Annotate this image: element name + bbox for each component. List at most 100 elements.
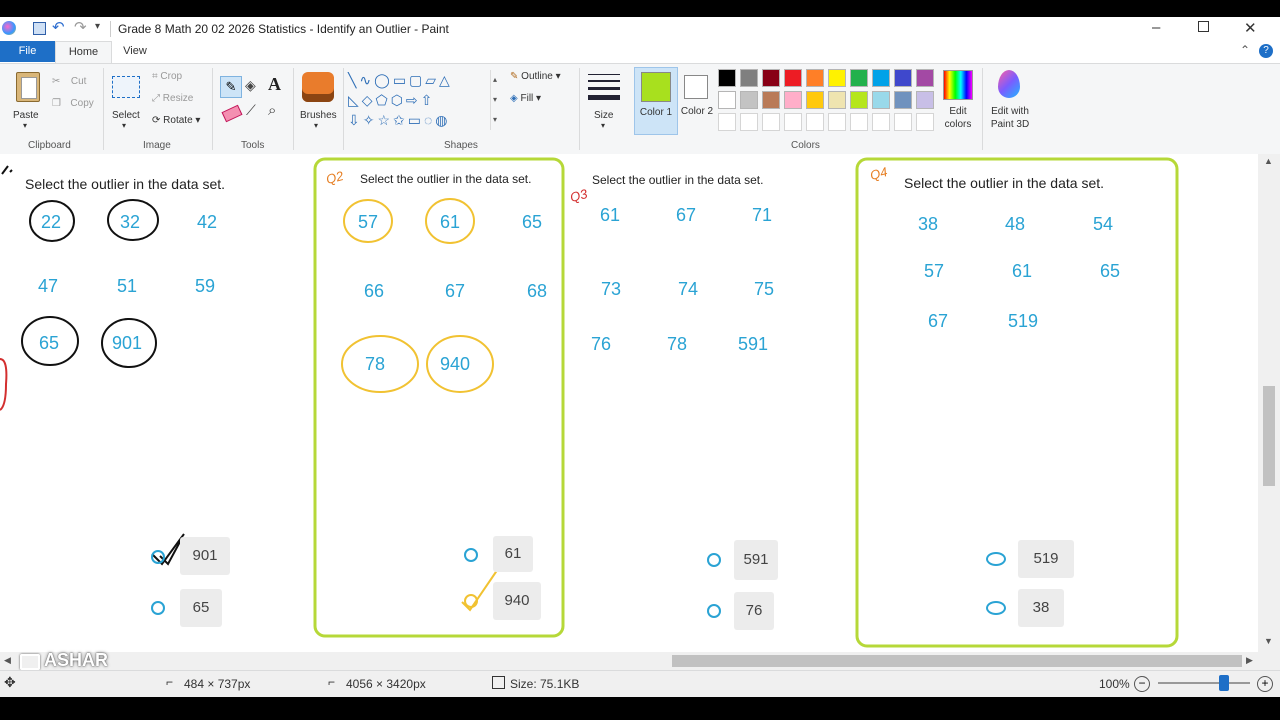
- tab-file[interactable]: File: [0, 41, 55, 62]
- palette-swatch[interactable]: [718, 69, 736, 87]
- palette-swatch[interactable]: [894, 91, 912, 109]
- custom-color-slot[interactable]: [850, 113, 868, 131]
- size-button[interactable]: Size ▾: [585, 68, 625, 130]
- answer-radio[interactable]: [151, 550, 165, 564]
- collapse-ribbon-icon[interactable]: ⌃: [1240, 43, 1250, 57]
- tab-home[interactable]: Home: [55, 41, 112, 63]
- drawing-canvas[interactable]: Q2 Q3 Q4 Select the outlier in the data …: [0, 154, 1258, 652]
- custom-color-slot[interactable]: [806, 113, 824, 131]
- select-button[interactable]: Select ▾: [108, 68, 144, 130]
- custom-color-slot[interactable]: [916, 113, 934, 131]
- zoom-out-button[interactable]: −: [1134, 676, 1150, 692]
- answer-radio[interactable]: [464, 548, 478, 562]
- answer-option[interactable]: 65: [180, 589, 222, 627]
- paste-button[interactable]: Paste ▾: [8, 68, 46, 130]
- custom-color-slot[interactable]: [740, 113, 758, 131]
- tab-view[interactable]: View: [110, 41, 160, 62]
- palette-swatch[interactable]: [740, 69, 758, 87]
- palette-swatch[interactable]: [740, 91, 758, 109]
- palette-swatch[interactable]: [872, 69, 890, 87]
- palette-swatch[interactable]: [850, 69, 868, 87]
- palette-swatch[interactable]: [872, 91, 890, 109]
- palette-swatch[interactable]: [806, 91, 824, 109]
- vertical-scrollbar[interactable]: ▲ ▼: [1258, 154, 1280, 652]
- palette-swatch[interactable]: [850, 91, 868, 109]
- close-button[interactable]: ✕: [1244, 19, 1257, 37]
- brushes-button[interactable]: Brushes ▾: [298, 68, 340, 130]
- fill-button[interactable]: ◈ Fill ▾: [510, 93, 541, 104]
- answer-radio[interactable]: [707, 553, 721, 567]
- palette-swatch[interactable]: [762, 91, 780, 109]
- answer-radio[interactable]: [986, 552, 1006, 566]
- answer-option[interactable]: 901: [180, 537, 230, 575]
- data-value: 61: [600, 205, 621, 225]
- edit-with-paint3d-button[interactable]: Edit with Paint 3D: [986, 68, 1034, 134]
- palette-swatch[interactable]: [784, 91, 802, 109]
- cut-button[interactable]: ✂ Cut: [52, 71, 86, 89]
- color2-button[interactable]: Color 2: [678, 67, 716, 133]
- color-picker-icon[interactable]: ⟋: [246, 102, 256, 119]
- copy-button[interactable]: ❐ Copy: [52, 93, 94, 111]
- answer-option[interactable]: 940: [493, 582, 541, 620]
- color1-button[interactable]: Color 1: [634, 67, 678, 135]
- scroll-up-icon[interactable]: ▲: [1264, 156, 1273, 166]
- scroll-left-icon[interactable]: ◀: [4, 655, 11, 666]
- answer-radio[interactable]: [986, 601, 1006, 615]
- pencil-icon[interactable]: ✎: [220, 76, 242, 98]
- palette-swatch[interactable]: [784, 69, 802, 87]
- answer-radio[interactable]: [707, 604, 721, 618]
- custom-color-slot[interactable]: [894, 113, 912, 131]
- status-bar: ✥ ⌐ 484 × 737px ⌐ 4056 × 3420px Size: 75…: [0, 670, 1280, 697]
- maximize-button[interactable]: [1198, 21, 1209, 32]
- answer-option[interactable]: 61: [493, 536, 533, 572]
- scroll-thumb[interactable]: [672, 655, 1242, 667]
- text-icon[interactable]: A: [268, 74, 281, 95]
- zoom-slider[interactable]: [1158, 675, 1250, 691]
- palette-swatch[interactable]: [828, 91, 846, 109]
- answer-option[interactable]: 76: [734, 592, 774, 630]
- custom-color-slot[interactable]: [828, 113, 846, 131]
- resize-button[interactable]: ⤢ Resize: [152, 93, 193, 104]
- palette-swatch[interactable]: [894, 69, 912, 87]
- scroll-right-icon[interactable]: ▶: [1246, 655, 1253, 666]
- scroll-down-icon[interactable]: ▼: [1264, 636, 1273, 646]
- horizontal-scrollbar[interactable]: ◀ ▶ ASHAR: [0, 650, 1280, 670]
- answer-option[interactable]: 519: [1018, 540, 1074, 578]
- eraser-icon[interactable]: [221, 104, 243, 123]
- answer-option[interactable]: 591: [734, 540, 778, 580]
- undo-icon[interactable]: ↶: [52, 18, 65, 36]
- palette-swatch[interactable]: [916, 69, 934, 87]
- palette-swatch[interactable]: [828, 69, 846, 87]
- data-value: 48: [1005, 214, 1026, 234]
- crop-button[interactable]: ⌗ Crop: [152, 71, 182, 82]
- brush-icon: [302, 72, 334, 102]
- custom-color-slot[interactable]: [718, 113, 736, 131]
- customize-toolbar-icon[interactable]: ▾: [95, 21, 100, 32]
- palette-swatch[interactable]: [718, 91, 736, 109]
- palette-swatch[interactable]: [806, 69, 824, 87]
- custom-color-slot[interactable]: [784, 113, 802, 131]
- color-palette[interactable]: [718, 69, 938, 135]
- zoom-slider-thumb[interactable]: [1219, 675, 1230, 691]
- custom-color-slot[interactable]: [872, 113, 890, 131]
- answer-radio[interactable]: [464, 594, 478, 608]
- rotate-button[interactable]: ⟳ Rotate ▾: [152, 115, 200, 126]
- scroll-thumb[interactable]: [1263, 386, 1275, 486]
- paint-app-icon[interactable]: [2, 21, 16, 35]
- palette-swatch[interactable]: [916, 91, 934, 109]
- redo-icon[interactable]: ↷: [74, 18, 87, 36]
- answer-option[interactable]: 38: [1018, 589, 1064, 627]
- custom-color-slot[interactable]: [762, 113, 780, 131]
- data-value: 78: [365, 354, 386, 374]
- save-icon[interactable]: [33, 22, 46, 35]
- fill-bucket-icon[interactable]: ◈: [245, 77, 256, 94]
- minimize-button[interactable]: –: [1152, 19, 1160, 36]
- help-icon[interactable]: ?: [1259, 44, 1273, 58]
- zoom-in-button[interactable]: +: [1257, 676, 1273, 692]
- palette-swatch[interactable]: [762, 69, 780, 87]
- edit-colors-button[interactable]: Edit colors: [938, 68, 978, 134]
- outline-button[interactable]: ✎ Outline ▾: [510, 71, 561, 82]
- answer-radio[interactable]: [151, 601, 165, 615]
- magnifier-icon[interactable]: ⌕: [268, 102, 276, 119]
- shapes-gallery[interactable]: ╲∿◯▭▢▱△ ◺◇⬠⬡⇨⇧ ⇩✧☆✩▭◌◍: [348, 70, 488, 130]
